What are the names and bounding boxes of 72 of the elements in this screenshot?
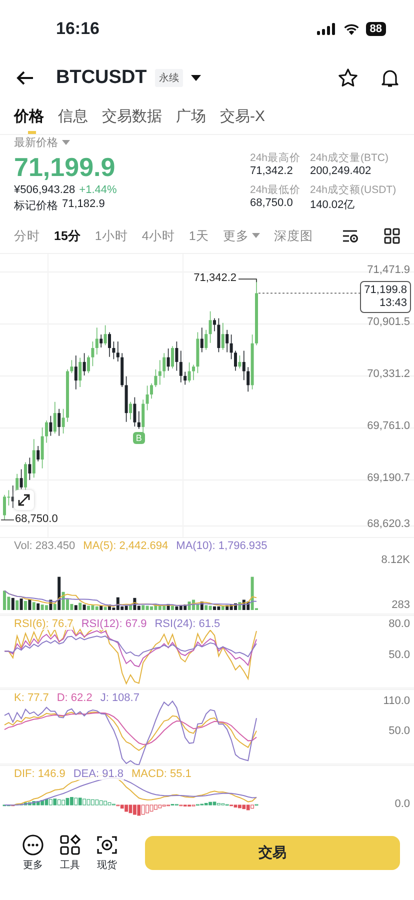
indicator-value: RSI(6): 76.7 xyxy=(14,618,74,630)
expand-icon[interactable] xyxy=(14,490,34,510)
low-price-label: 68,750.0 xyxy=(15,512,58,525)
stat-value: 200,249.402 xyxy=(310,165,372,177)
indicator-value: MA(10): 1,796.935 xyxy=(176,540,268,552)
tab[interactable]: 交易数据 xyxy=(102,98,162,134)
indicator-value: RSI(24): 61.5 xyxy=(154,618,220,630)
stat-label: 24h成交额(USDT) xyxy=(310,183,398,197)
status-time: 16:16 xyxy=(56,19,100,39)
tab[interactable]: 信息 xyxy=(58,98,88,134)
stat-label: 24h最高价 xyxy=(250,151,302,165)
axis-label: 110.0 xyxy=(383,695,410,707)
axis-label: 50.0 xyxy=(388,725,410,737)
interval-tab[interactable]: 深度图 xyxy=(274,228,313,244)
last-price-text: 71,199.8 xyxy=(364,284,407,298)
indicator-value: DIF: 146.9 xyxy=(14,768,66,780)
indicator-value: MA(5): 2,442.694 xyxy=(83,540,168,552)
interval-tab[interactable]: 15分 xyxy=(54,228,81,244)
axis-label: 50.0 xyxy=(388,649,410,661)
axis-label: 8.12K xyxy=(381,554,410,566)
axis-label: 71,471.9 xyxy=(367,264,410,276)
axis-label: 68,620.3 xyxy=(367,518,410,530)
axis-label: 0.0 xyxy=(394,798,410,810)
mark-price-label: 标记价格 xyxy=(14,199,58,213)
mark-price: 71,182.9 xyxy=(62,198,105,212)
star-icon[interactable] xyxy=(338,68,358,88)
indicator-value: D: 62.2 xyxy=(56,692,92,704)
indicator-value: Vol: 283.450 xyxy=(14,540,76,552)
grid-icon[interactable] xyxy=(384,228,400,244)
axis-label: 69,761.0 xyxy=(367,420,410,432)
bell-icon[interactable] xyxy=(380,68,400,88)
interval-tab[interactable]: 1小时 xyxy=(94,228,128,244)
battery-icon: 88 xyxy=(366,22,386,36)
trade-button[interactable]: 交易 xyxy=(145,836,400,870)
tab[interactable]: 价格 xyxy=(14,98,44,134)
axis-label: 70,331.2 xyxy=(367,368,410,380)
tab[interactable]: 广场 xyxy=(176,98,206,134)
back-arrow-icon[interactable] xyxy=(16,70,34,86)
signal-icon xyxy=(316,23,337,35)
stat-label: 24h最低价 xyxy=(250,183,302,197)
indicator-value: MACD: 55.1 xyxy=(132,768,192,780)
axis-label: 70,901.5 xyxy=(367,316,410,328)
countdown-text: 13:43 xyxy=(379,297,407,310)
interval-tab[interactable]: 1天 xyxy=(188,228,209,244)
caret-icon[interactable] xyxy=(190,74,201,82)
stat-value: 71,342.2 xyxy=(250,165,294,177)
indicator-value: DEA: 91.8 xyxy=(73,768,124,780)
indicator-value: K: 77.7 xyxy=(14,692,49,704)
symbol-title[interactable]: BTCUSDT xyxy=(56,67,147,89)
high-price-label: 71,342.2 xyxy=(194,272,236,284)
axis-label: 80.0 xyxy=(388,618,410,630)
stat-value: 68,750.0 xyxy=(250,197,294,209)
interval-tab[interactable]: 4小时 xyxy=(142,228,175,244)
chart-settings-icon[interactable] xyxy=(342,228,360,244)
indicator-value: J: 108.7 xyxy=(100,692,140,704)
price-change: +1.44% xyxy=(79,184,117,196)
wifi-icon xyxy=(342,23,360,35)
interval-tab[interactable]: 分时 xyxy=(14,228,40,244)
contract-badge: 永续 xyxy=(154,69,183,87)
axis-label: 283 xyxy=(392,599,410,611)
toolbar-button[interactable]: 现货 xyxy=(96,834,118,872)
tab[interactable]: 交易-X xyxy=(220,98,265,134)
price-label: 最新价格 xyxy=(14,136,58,150)
last-price: 71,199.9 xyxy=(14,152,116,182)
leader-line xyxy=(238,278,257,282)
cny-price: ¥506,943.28 xyxy=(14,184,76,196)
indicator-value: RSI(12): 67.9 xyxy=(81,618,147,630)
stat-value: 140.02亿 xyxy=(310,198,356,212)
stat-label: 24h成交量(BTC) xyxy=(310,151,390,165)
axis-label: 69,190.7 xyxy=(367,472,410,484)
toolbar-button[interactable]: 工具 xyxy=(59,834,81,872)
interval-tab[interactable]: 更多 xyxy=(222,228,249,244)
